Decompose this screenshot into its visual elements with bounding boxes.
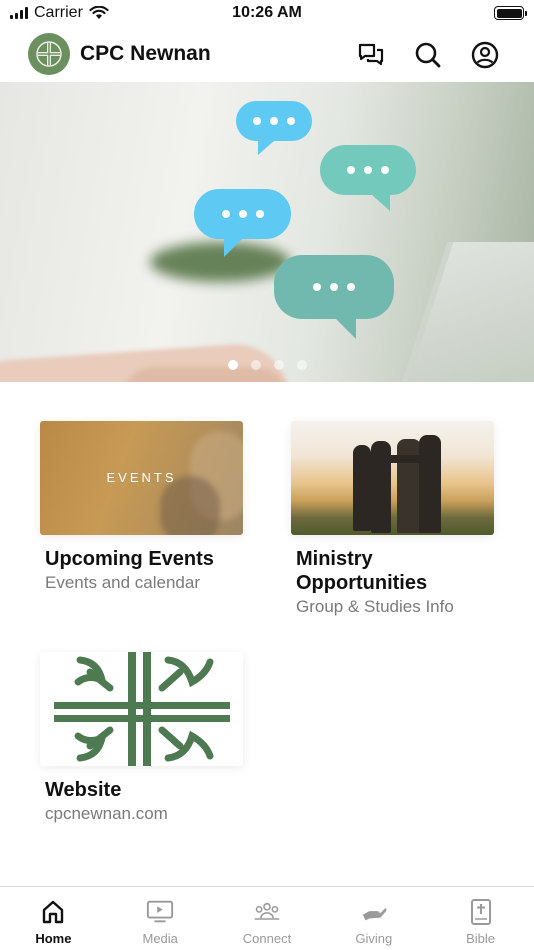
card-subtitle: cpcnewnan.com [45,804,168,823]
tab-connect[interactable]: Connect [214,887,321,950]
card-title: Ministry Opportunities [296,548,428,594]
events-card[interactable]: EVENTS Upcoming Events Events and calend… [40,421,270,593]
battery-icon [494,6,527,20]
home-icon [39,899,67,925]
messages-button[interactable] [356,40,386,70]
tab-media[interactable]: Media [107,887,214,950]
tab-bible[interactable]: Bible [427,887,534,950]
user-account-icon [471,41,499,69]
card-subtitle: Events and calendar [45,573,200,592]
carousel-dot[interactable] [296,360,307,370]
hero-plant-blur [150,242,290,282]
search-icon [415,42,441,68]
card-subtitle: Group & Studies Info [296,597,454,616]
app-header: CPC Newnan [0,28,534,82]
cross-logo-icon [54,652,230,766]
hero-carousel[interactable] [0,82,534,382]
bottom-tab-bar: Home Media Connect Giving Bible [0,886,534,950]
chat-bubble-icon [194,189,291,257]
status-time: 10:26 AM [232,4,302,21]
status-bar: Carrier 10:26 AM [0,0,534,28]
card-title: Website [45,779,122,801]
website-card[interactable]: Website cpcnewnan.com [40,652,270,824]
cross-logo-icon [36,41,62,67]
events-thumbnail-text: EVENTS [106,470,177,485]
events-thumbnail: EVENTS [40,421,243,535]
carousel-dot-active[interactable] [227,360,238,370]
tab-label: Home [35,931,72,946]
chat-bubble-icon [320,145,416,211]
chat-bubbles-icon [358,43,384,66]
carousel-dot[interactable] [250,360,261,370]
people-icon [253,899,281,925]
tab-label: Bible [466,931,496,946]
ministry-card[interactable]: Ministry Opportunities Group & Studies I… [291,421,501,617]
tab-label: Giving [355,931,393,946]
tv-icon [146,899,174,925]
chat-bubble-icon [236,101,312,155]
chat-bubble-icon [274,255,394,339]
search-button[interactable] [413,40,443,70]
tab-home[interactable]: Home [0,887,107,950]
tab-label: Connect [242,931,292,946]
giving-hand-icon [360,899,388,925]
carousel-dot[interactable] [273,360,284,370]
ministry-thumbnail [291,421,494,535]
card-title: Upcoming Events [45,548,214,570]
profile-button[interactable] [470,40,500,70]
tab-label: Media [142,931,178,946]
app-title: CPC Newnan [80,42,211,65]
bible-icon [467,899,495,925]
carousel-indicator [0,360,534,370]
tab-giving[interactable]: Giving [320,887,427,950]
church-logo[interactable] [28,33,70,75]
website-thumbnail [40,652,243,766]
